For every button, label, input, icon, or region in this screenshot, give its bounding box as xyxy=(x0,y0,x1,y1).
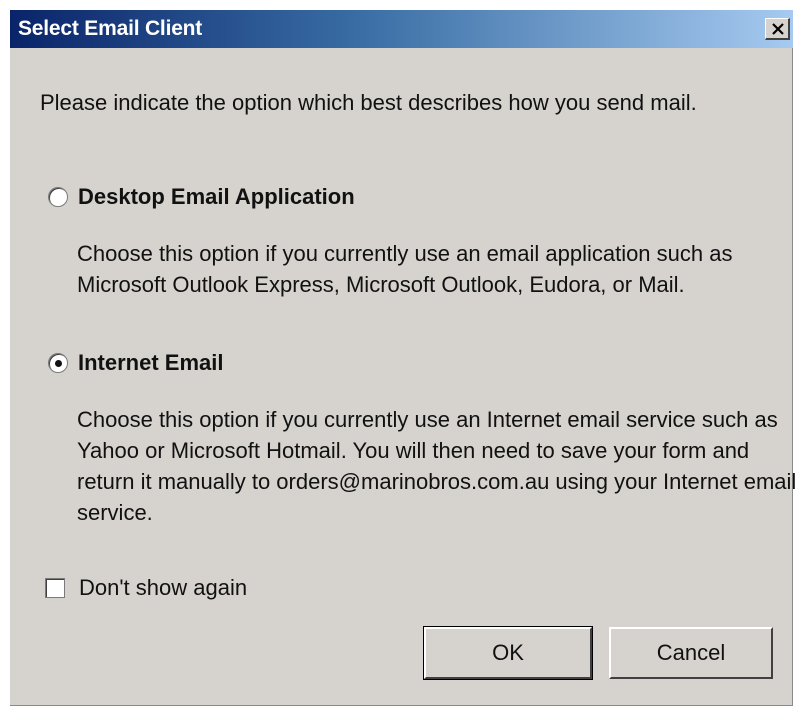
desktop-email-description: Choose this option if you currently use … xyxy=(77,241,733,297)
intro-text: Please indicate the option which best de… xyxy=(40,90,697,115)
desktop-email-label[interactable]: Desktop Email Application xyxy=(78,181,355,212)
title-bar: Select Email Client xyxy=(10,10,793,48)
cancel-button[interactable]: Cancel xyxy=(609,627,773,679)
dont-show-again-label[interactable]: Don't show again xyxy=(79,572,247,603)
close-button[interactable] xyxy=(765,18,790,40)
ok-button[interactable]: OK xyxy=(423,626,593,680)
dialog-title: Select Email Client xyxy=(18,17,203,40)
close-icon xyxy=(772,23,784,35)
desktop-email-radio[interactable] xyxy=(48,187,68,207)
select-email-client-dialog: Select Email Client Please indicate the … xyxy=(10,10,796,706)
internet-email-radio[interactable] xyxy=(48,353,68,373)
radio-selected-dot xyxy=(55,360,62,367)
dont-show-again-checkbox[interactable] xyxy=(45,578,65,598)
internet-email-description: Choose this option if you currently use … xyxy=(77,407,797,525)
internet-email-label[interactable]: Internet Email xyxy=(78,347,223,378)
